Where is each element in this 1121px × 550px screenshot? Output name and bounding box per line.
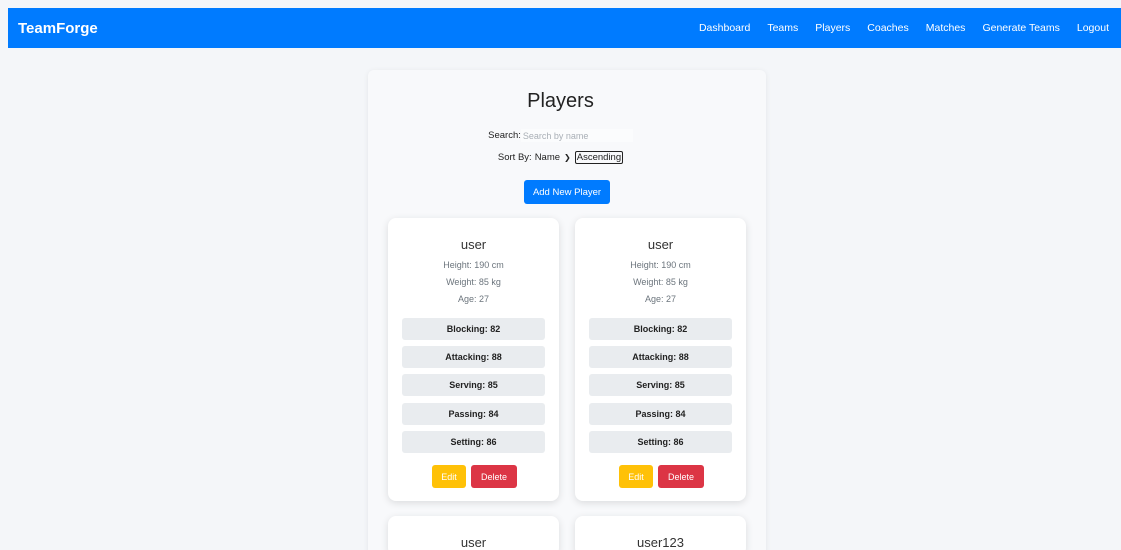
sort-row: Sort By: Name ❯ Ascending — [0, 151, 1121, 164]
player-age: Age: 27 — [457, 294, 490, 304]
player-name: user123 — [637, 535, 684, 550]
delete-button[interactable]: Delete — [471, 465, 517, 488]
stat-serving: Serving: 85 — [589, 374, 732, 396]
page-title: Players — [527, 90, 594, 112]
brand-logo[interactable]: TeamForge — [18, 20, 98, 37]
nav-link-generate-teams[interactable]: Generate Teams — [982, 22, 1059, 34]
nav-links: Dashboard Teams Players Coaches Matches … — [682, 22, 1109, 34]
nav-link-coaches[interactable]: Coaches — [867, 22, 908, 34]
stat-attacking: Attacking: 88 — [589, 346, 732, 368]
stat-passing: Passing: 84 — [589, 403, 732, 425]
player-card: user — [388, 516, 559, 550]
stat-setting: Setting: 86 — [402, 431, 545, 453]
chevron-down-icon: ❯ — [564, 153, 571, 162]
player-weight: Weight: 85 kg — [633, 277, 688, 287]
player-card: user Height: 190 cm Weight: 85 kg Age: 2… — [575, 218, 746, 501]
stat-passing: Passing: 84 — [402, 403, 545, 425]
stat-setting: Setting: 86 — [589, 431, 732, 453]
player-name: user — [460, 535, 487, 550]
edit-button[interactable]: Edit — [432, 465, 466, 488]
stat-attacking: Attacking: 88 — [402, 346, 545, 368]
nav-link-matches[interactable]: Matches — [926, 22, 966, 34]
navbar: TeamForge Dashboard Teams Players Coache… — [8, 8, 1121, 48]
player-card: user123 — [575, 516, 746, 550]
stat-blocking: Blocking: 82 — [402, 318, 545, 340]
nav-link-players[interactable]: Players — [815, 22, 850, 34]
sort-order-select[interactable]: Ascending — [574, 151, 624, 164]
player-weight: Weight: 85 kg — [446, 277, 501, 287]
player-height: Height: 190 cm — [443, 260, 504, 270]
stat-blocking: Blocking: 82 — [589, 318, 732, 340]
nav-link-logout[interactable]: Logout — [1077, 22, 1109, 34]
search-label: Search: — [488, 130, 521, 141]
player-height: Height: 190 cm — [630, 260, 691, 270]
sort-label: Sort By: — [497, 152, 532, 163]
player-card: user Height: 190 cm Weight: 85 kg Age: 2… — [388, 218, 559, 501]
search-row: Search: — [0, 129, 1121, 142]
sort-by-select[interactable]: Name ❯ — [535, 152, 573, 163]
edit-button[interactable]: Edit — [619, 465, 653, 488]
player-name: user — [460, 237, 487, 252]
sort-by-value: Name — [534, 152, 561, 163]
nav-link-dashboard[interactable]: Dashboard — [699, 22, 750, 34]
delete-button[interactable]: Delete — [658, 465, 704, 488]
stat-serving: Serving: 85 — [402, 374, 545, 396]
player-age: Age: 27 — [644, 294, 677, 304]
app-frame: TeamForge Dashboard Teams Players Coache… — [0, 0, 1121, 550]
add-new-player-button[interactable]: Add New Player — [524, 180, 610, 204]
nav-link-teams[interactable]: Teams — [767, 22, 798, 34]
player-name: user — [647, 237, 674, 252]
search-input[interactable] — [520, 129, 633, 142]
